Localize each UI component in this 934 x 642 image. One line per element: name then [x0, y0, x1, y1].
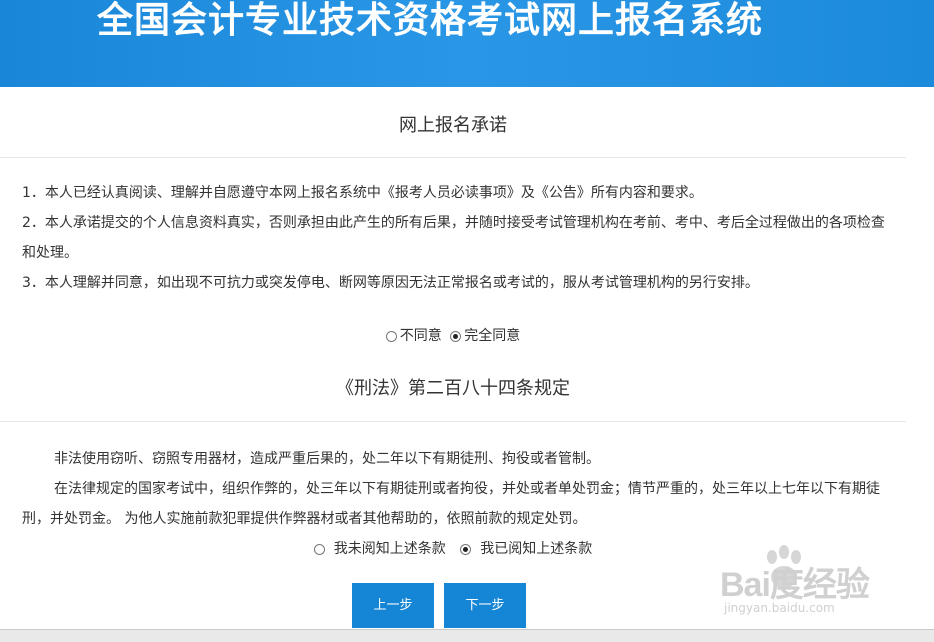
- agree-option[interactable]: 完全同意: [450, 326, 520, 346]
- law-text: 非法使用窃听、窃照专用器材，造成严重后果的，处二年以下有期徒刑、拘役或者管制。 …: [22, 444, 892, 534]
- commitment-radio-group: 不同意 完全同意: [0, 326, 906, 348]
- commitment-item-3: 3．本人理解并同意，如出现不可抗力或突发停电、断网等原因无法正常报名或考试的，服…: [22, 275, 759, 291]
- unread-radio[interactable]: [313, 543, 325, 555]
- page: 全国会计专业技术资格考试网上报名系统 网上报名承诺 1．本人已经认真阅读、理解并…: [0, 0, 934, 642]
- header-banner: 全国会计专业技术资格考试网上报名系统: [0, 0, 934, 87]
- read-label: 我已阅知上述条款: [480, 541, 593, 557]
- disagree-radio[interactable]: [385, 330, 397, 342]
- agree-radio[interactable]: [450, 330, 462, 342]
- commitment-item-2: 2．本人承诺提交的个人信息资料真实，否则承担由此产生的所有后果，并随时接受考试管…: [22, 215, 885, 261]
- divider: [0, 157, 906, 158]
- watermark-text: Bai度经验: [720, 566, 870, 604]
- disagree-option[interactable]: 不同意: [385, 326, 442, 346]
- next-step-button[interactable]: 下一步: [444, 583, 526, 628]
- commitment-title: 网上报名承诺: [399, 115, 507, 136]
- unread-label: 我未阅知上述条款: [333, 541, 446, 557]
- law-paragraph-1: 非法使用窃听、窃照专用器材，造成严重后果的，处二年以下有期徒刑、拘役或者管制。: [54, 451, 600, 467]
- divider: [0, 421, 906, 422]
- status-bar: [0, 629, 934, 642]
- law-paragraph-2: 在法律规定的国家考试中，组织作弊的，处三年以下有期徒刑或者拘役，并处或者单处罚金…: [22, 481, 880, 527]
- commitment-item-1: 1．本人已经认真阅读、理解并自愿遵守本网上报名系统中《报考人员必读事项》及《公告…: [22, 185, 703, 201]
- read-radio[interactable]: [460, 543, 472, 555]
- watermark-url: jingyan.baidu.com: [724, 601, 835, 615]
- law-title: 《刑法》第二百八十四条规定: [336, 378, 570, 399]
- system-title: 全国会计专业技术资格考试网上报名系统: [97, 0, 764, 41]
- agree-label: 完全同意: [464, 328, 521, 344]
- disagree-label: 不同意: [399, 328, 442, 344]
- commitment-list: 1．本人已经认真阅读、理解并自愿遵守本网上报名系统中《报考人员必读事项》及《公告…: [22, 178, 892, 298]
- unread-option[interactable]: 我未阅知上述条款: [313, 539, 446, 559]
- read-option[interactable]: 我已阅知上述条款: [460, 539, 592, 559]
- law-radio-group: 我未阅知上述条款 我已阅知上述条款: [0, 539, 906, 561]
- prev-step-button[interactable]: 上一步: [352, 583, 434, 628]
